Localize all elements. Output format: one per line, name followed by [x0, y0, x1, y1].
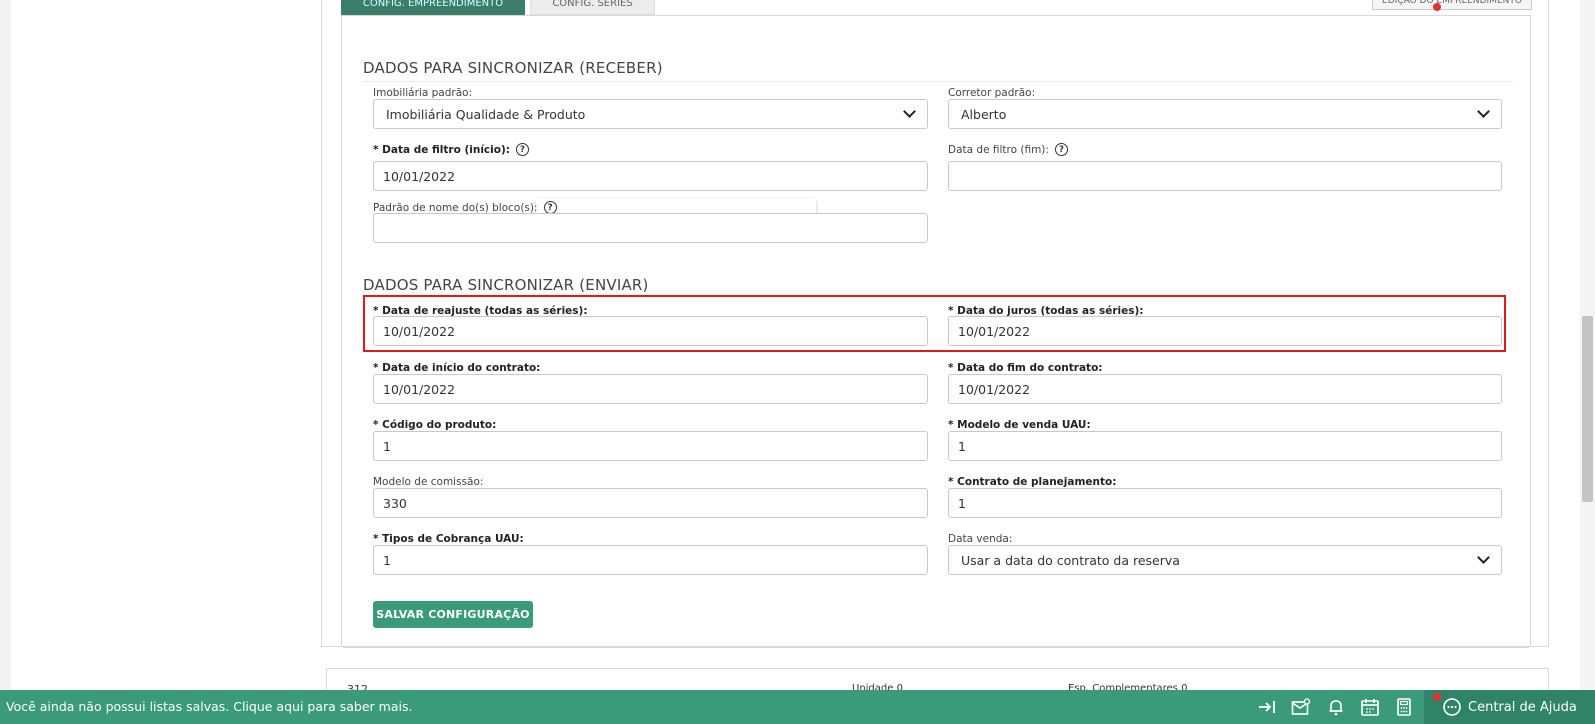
chat-icon	[1443, 698, 1461, 716]
scrollbar-thumb[interactable]	[1582, 316, 1593, 502]
inicio-contrato-input[interactable]: 10/01/2022	[373, 374, 928, 404]
fim-contrato-input[interactable]: 10/01/2022	[948, 374, 1502, 404]
imobiliaria-label: Imobiliária padrão:	[373, 87, 473, 99]
sidebar-area	[11, 0, 321, 690]
filtro-inicio-input[interactable]: 10/01/2022	[373, 161, 928, 191]
data-venda-label: Data venda:	[948, 533, 1013, 545]
mail-settings-icon[interactable]	[1291, 698, 1311, 716]
notification-dot	[1433, 3, 1441, 11]
contrato-planejamento-label: * Contrato de planejamento:	[948, 476, 1117, 488]
data-venda-value: Usar a data do contrato da reserva	[961, 552, 1180, 568]
filtro-fim-label: Data de filtro (fim):	[948, 143, 1049, 156]
section-divider	[363, 81, 1513, 82]
collapse-right-icon[interactable]	[1257, 698, 1277, 716]
data-venda-select[interactable]: Usar a data do contrato da reserva	[948, 545, 1502, 575]
receive-section-title: DADOS PARA SINCRONIZAR (RECEBER)	[363, 59, 663, 77]
calendar-icon[interactable]	[1360, 698, 1380, 716]
save-config-button[interactable]: SALVAR CONFIGURAÇÃO	[373, 601, 533, 628]
contrato-planejamento-input[interactable]: 1	[948, 488, 1502, 518]
modelo-venda-input[interactable]: 1	[948, 431, 1502, 461]
bloco-input[interactable]	[373, 213, 928, 243]
help-icon[interactable]: ?	[1054, 143, 1068, 156]
bloco-label: Padrão de nome do(s) bloco(s):	[373, 201, 538, 214]
inicio-contrato-label: * Data de início do contrato:	[373, 362, 541, 374]
send-section-title: DADOS PARA SINCRONIZAR (ENVIAR)	[363, 276, 649, 294]
left-gutter	[0, 0, 11, 724]
filtro-fim-input[interactable]	[948, 161, 1502, 191]
chevron-down-icon	[1477, 551, 1490, 564]
filtro-inicio-label-row: * Data de filtro (início): ?	[373, 143, 529, 156]
corretor-select[interactable]: Alberto	[948, 99, 1502, 129]
filtro-inicio-label: * Data de filtro (início):	[373, 143, 510, 156]
filtro-fim-label-row: Data de filtro (fim): ?	[948, 143, 1068, 156]
calculator-icon[interactable]	[1394, 698, 1414, 716]
modelo-venda-label: * Modelo de venda UAU:	[948, 419, 1091, 431]
modelo-comissao-input[interactable]: 330	[373, 488, 928, 518]
bottom-bar: Você ainda não possui listas salvas. Cli…	[0, 3, 1595, 724]
codigo-produto-label: * Código do produto:	[373, 419, 497, 431]
help-center-button[interactable]: Central de Ajuda	[1424, 690, 1595, 724]
fim-contrato-label: * Data do fim do contrato:	[948, 362, 1103, 374]
saved-lists-message[interactable]: Você ainda não possui listas salvas. Cli…	[6, 699, 412, 714]
codigo-produto-input[interactable]: 1	[373, 431, 928, 461]
corretor-value: Alberto	[961, 106, 1007, 122]
bell-icon[interactable]	[1326, 698, 1346, 716]
edit-empreendimento-button[interactable]: EDIÇÃO DO EMPREENDIMENTO	[1372, 0, 1532, 10]
tipos-cobranca-label: * Tipos de Cobrança UAU:	[373, 533, 524, 545]
help-icon[interactable]: ?	[515, 143, 529, 156]
tipos-cobranca-input[interactable]: 1	[373, 545, 928, 575]
imobiliaria-select[interactable]: Imobiliária Qualidade & Produto	[373, 99, 928, 129]
chevron-down-icon	[1477, 105, 1490, 118]
juros-input[interactable]: 10/01/2022	[948, 316, 1502, 346]
chevron-down-icon	[903, 105, 916, 118]
modelo-comissao-label: Modelo de comissão:	[373, 476, 484, 488]
tab-config-empreendimento[interactable]: CONFIG. EMPREENDIMENTO	[341, 0, 525, 15]
help-center-label: Central de Ajuda	[1468, 699, 1577, 715]
tab-config-series[interactable]: CONFIG. SÉRIES	[530, 0, 655, 15]
corretor-label: Corretor padrão:	[948, 87, 1036, 99]
help-notification-dot	[1433, 693, 1441, 701]
reajuste-input[interactable]: 10/01/2022	[373, 316, 928, 346]
imobiliaria-value: Imobiliária Qualidade & Produto	[386, 106, 586, 122]
